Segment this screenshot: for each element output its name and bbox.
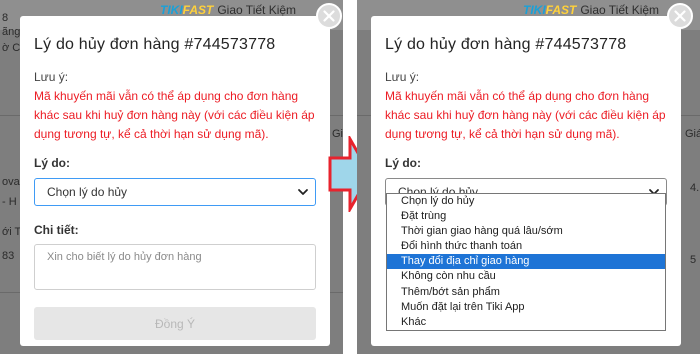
background-snippet: ova xyxy=(2,176,20,188)
dropdown-option[interactable]: Chọn lý do hủy xyxy=(387,194,665,209)
close-icon xyxy=(323,10,335,22)
background-snippet: 5 xyxy=(690,254,697,266)
background-snippet: 4. xyxy=(690,182,700,194)
dropdown-option[interactable]: Không còn nhu cầu xyxy=(387,269,665,284)
dropdown-option[interactable]: Thêm/bớt sản phẩm xyxy=(387,285,665,300)
fast-logo-text: FAST xyxy=(182,3,214,17)
shipping-badge: TIKIFAST Giao Tiết Kiệm xyxy=(160,3,296,17)
background-snippet: 83 xyxy=(2,250,15,262)
detail-label: Chi tiết: xyxy=(34,223,79,237)
dropdown-option[interactable]: Thời gian giao hàng quá lâu/sớm xyxy=(387,224,665,239)
reason-dropdown-list: Chọn lý do hủy Đặt trùng Thời gian giao … xyxy=(386,193,666,331)
reason-select-value: Chọn lý do hủy xyxy=(47,185,128,199)
tiki-logo-text: TIKI xyxy=(160,3,183,17)
shipping-badge-text: Giao Tiết Kiệm xyxy=(217,3,297,17)
dialog-title: Lý do hủy đơn hàng #744573778 xyxy=(34,36,276,53)
dropdown-option[interactable]: Đặt trùng xyxy=(387,209,665,224)
left-screenshot-panel: TIKIFASTGiao Tiết Kiệm 8 ãng, X ờ Chí M … xyxy=(0,0,343,354)
dropdown-option-highlighted[interactable]: Thay đổi địa chỉ giao hàng xyxy=(387,254,665,270)
promo-note: Mã khuyến mãi vẫn có thể áp dụng cho đơn… xyxy=(385,89,666,141)
dropdown-option[interactable]: Muốn đặt lại trên Tiki App xyxy=(387,300,665,315)
background-snippet: 8 xyxy=(2,12,9,24)
detail-textarea[interactable]: Xin cho biết lý do hủy đơn hàng xyxy=(34,244,316,290)
close-button[interactable] xyxy=(316,3,342,29)
background-snippet: ới T xyxy=(2,226,22,238)
dropdown-option[interactable]: Khác xyxy=(387,315,665,330)
background-snippet: - H xyxy=(2,196,17,208)
background-snippet: Giá xyxy=(685,128,700,140)
close-icon xyxy=(674,10,686,22)
dropdown-option[interactable]: Đổi hình thức thanh toán xyxy=(387,239,665,254)
reason-label: Lý do: xyxy=(385,156,421,170)
chevron-down-icon xyxy=(297,186,309,198)
promo-note: Mã khuyến mãi vẫn có thể áp dụng cho đơn… xyxy=(34,89,315,141)
reason-select[interactable]: Chọn lý do hủy xyxy=(34,178,316,206)
submit-button[interactable]: Đồng Ý xyxy=(34,307,316,340)
reason-label: Lý do: xyxy=(34,156,70,170)
note-label: Lưu ý: xyxy=(385,70,420,84)
shipping-badge-text: Giao Tiết Kiệm xyxy=(580,3,660,17)
cancel-order-dialog: Lý do hủy đơn hàng #744573778 Lưu ý: Mã … xyxy=(20,16,330,346)
tiki-logo-text: TIKI xyxy=(523,3,546,17)
shipping-badge: TIKIFAST Giao Tiết Kiệm xyxy=(523,3,659,17)
close-button[interactable] xyxy=(667,3,693,29)
fast-logo-text: FAST xyxy=(545,3,577,17)
note-label: Lưu ý: xyxy=(34,70,69,84)
dialog-title: Lý do hủy đơn hàng #744573778 xyxy=(385,36,627,53)
